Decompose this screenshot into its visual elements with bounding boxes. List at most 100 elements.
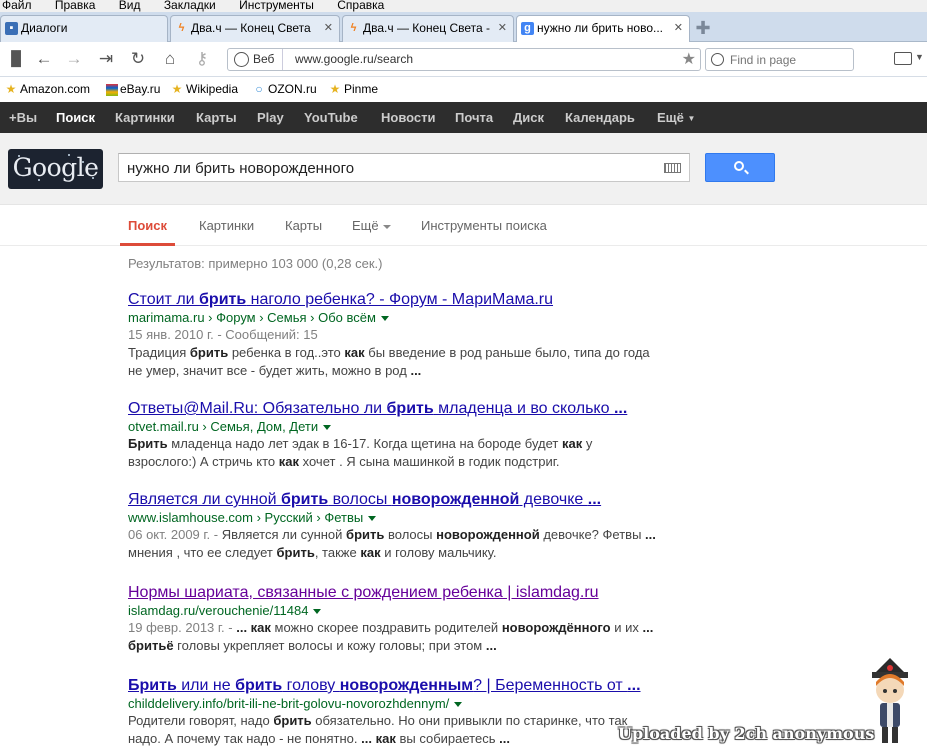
bookmark-amazon[interactable]: ★ Amazon.com xyxy=(4,82,90,96)
address-url[interactable]: www.google.ru/search xyxy=(295,49,413,70)
tab-search[interactable]: Поиск xyxy=(120,206,176,246)
search-result: Ответы@Mail.Ru: Обязательно ли брить мла… xyxy=(128,399,658,471)
result-title-link[interactable]: Является ли сунной брить волосы новорожд… xyxy=(128,490,658,509)
chevron-down-icon: ▼ xyxy=(687,114,696,124)
globe-icon xyxy=(234,52,249,67)
address-bar[interactable]: Веб www.google.ru/search ★ xyxy=(227,48,701,71)
bookmark-label: OZON.ru xyxy=(268,82,317,96)
tab-more-label: Ещё xyxy=(352,218,379,233)
tab-dvach-2[interactable]: ϟ Два.ч — Конец Света - ✕ xyxy=(342,15,514,42)
bookmark-label: eBay.ru xyxy=(120,82,161,96)
close-tab-icon[interactable]: ✕ xyxy=(674,16,683,41)
key-icon[interactable]: ⚷ xyxy=(192,50,212,70)
upload-watermark: Uploaded by 2ch anonymous xyxy=(618,724,875,743)
gbar-images[interactable]: Картинки xyxy=(115,102,175,133)
gbar-news[interactable]: Новости xyxy=(381,102,436,133)
gbar-search[interactable]: Поиск xyxy=(56,102,95,133)
close-tab-icon[interactable]: ✕ xyxy=(324,16,333,41)
dropdown-arrow-icon[interactable] xyxy=(454,702,463,708)
home-icon[interactable]: ⌂ xyxy=(160,50,180,70)
menu-bar: Файл Правка Вид Закладки Инструменты Спр… xyxy=(0,0,927,12)
gbar-play[interactable]: Play xyxy=(257,102,284,133)
result-title-link[interactable]: Нормы шариата, связанные с рождением реб… xyxy=(128,583,658,602)
ozon-icon: ○ xyxy=(255,82,263,96)
tab-more[interactable]: Ещё xyxy=(352,206,391,246)
tab-dialogs[interactable]: ▪ Диалоги xyxy=(0,15,168,42)
result-title-link[interactable]: Ответы@Mail.Ru: Обязательно ли брить мла… xyxy=(128,399,658,418)
google-logo[interactable]: Google xyxy=(8,149,103,189)
search-icon xyxy=(734,161,744,171)
forward-icon[interactable]: → xyxy=(64,50,84,70)
menu-view[interactable]: Вид xyxy=(117,0,141,11)
star-icon: ★ xyxy=(5,82,17,96)
result-snippet: 06 окт. 2009 г. - Является ли сунной бри… xyxy=(128,527,656,560)
gbar-more[interactable]: Ещё ▼ xyxy=(657,102,695,134)
close-tab-icon[interactable]: ✕ xyxy=(498,16,507,41)
bookmark-ozon[interactable]: ○ OZON.ru xyxy=(252,82,317,96)
navigation-bar: ▐▌ ← → ⇥ ↻ ⌂ ⚷ Веб www.google.ru/search … xyxy=(0,42,927,77)
ebay-icon xyxy=(106,83,118,96)
dropdown-arrow-icon[interactable] xyxy=(323,425,332,431)
tab-title: нужно ли брить ново... xyxy=(537,21,664,35)
bookmark-label: Wikipedia xyxy=(186,82,239,96)
gbar-drive[interactable]: Диск xyxy=(513,102,544,133)
menu-file[interactable]: Файл xyxy=(0,0,32,11)
search-result: Является ли сунной брить волосы новорожд… xyxy=(128,490,658,562)
bookmark-pinme[interactable]: ★ Pinme xyxy=(328,82,378,96)
mascot-icon xyxy=(872,658,908,743)
result-url: otvet.mail.ru › Семья, Дом, Дети xyxy=(128,418,658,435)
menu-tools[interactable]: Инструменты xyxy=(237,0,314,11)
chevron-down-icon[interactable]: ▼ xyxy=(915,52,924,62)
dropdown-arrow-icon[interactable] xyxy=(380,316,389,322)
search-result: Стоит ли брить наголо ребенка? - Форум -… xyxy=(128,290,658,380)
find-in-page-input[interactable] xyxy=(730,51,848,68)
search-result: Брить или не брить голову новорожденным?… xyxy=(128,676,658,748)
gbar-mail[interactable]: Почта xyxy=(455,102,493,133)
keyboard-icon[interactable] xyxy=(664,163,681,173)
menu-edit[interactable]: Правка xyxy=(53,0,96,11)
back-icon[interactable]: ← xyxy=(34,50,54,70)
menu-help[interactable]: Справка xyxy=(335,0,384,11)
tab-images[interactable]: Картинки xyxy=(199,206,254,246)
tab-search-tools[interactable]: Инструменты поиска xyxy=(421,206,547,246)
search-input[interactable] xyxy=(127,158,647,178)
tab-title: Два.ч — Конец Света - xyxy=(363,21,491,35)
result-title-link[interactable]: Брить или не брить голову новорожденным?… xyxy=(128,676,658,695)
protocol-label[interactable]: Веб xyxy=(253,49,284,70)
google-top-bar: +Вы Поиск Картинки Карты Play YouTube Но… xyxy=(0,102,927,133)
search-header: Google xyxy=(0,133,927,205)
gbar-maps[interactable]: Карты xyxy=(196,102,237,133)
tab-dvach-1[interactable]: ϟ Два.ч — Конец Света ✕ xyxy=(170,15,340,42)
dropdown-arrow-icon[interactable] xyxy=(313,609,322,615)
fast-forward-icon[interactable]: ⇥ xyxy=(96,50,116,70)
star-icon: ★ xyxy=(329,82,341,96)
bookmark-label: Amazon.com xyxy=(20,82,91,96)
result-snippet: 19 февр. 2013 г. - ... как можно скорее … xyxy=(128,620,654,653)
bookmark-wikipedia[interactable]: ★ Wikipedia xyxy=(170,82,238,96)
lightning-icon: ϟ xyxy=(350,22,357,34)
image-icon[interactable] xyxy=(894,52,912,65)
gbar-plus-you[interactable]: +Вы xyxy=(9,102,37,133)
new-tab-icon[interactable]: ✚ xyxy=(694,19,712,38)
menu-bookmarks[interactable]: Закладки xyxy=(162,0,216,11)
search-box[interactable] xyxy=(118,153,690,182)
sidebar-toggle-icon[interactable]: ▐▌ xyxy=(6,49,26,69)
bookmark-ebay[interactable]: eBay.ru xyxy=(106,82,160,96)
google-icon: g xyxy=(521,22,534,35)
lightning-icon: ϟ xyxy=(178,22,185,34)
result-snippet: Брить младенца надо лет эдак в 16-17. Ко… xyxy=(128,436,593,469)
bookmark-star-icon[interactable]: ★ xyxy=(682,49,696,70)
search-result: Нормы шариата, связанные с рождением реб… xyxy=(128,583,658,655)
gbar-youtube[interactable]: YouTube xyxy=(304,102,358,133)
result-title-link[interactable]: Стоит ли брить наголо ребенка? - Форум -… xyxy=(128,290,658,309)
tab-title: Диалоги xyxy=(21,21,68,35)
tab-maps[interactable]: Карты xyxy=(285,206,322,246)
dropdown-arrow-icon[interactable] xyxy=(368,516,377,522)
search-button[interactable] xyxy=(705,153,775,182)
find-in-page-box[interactable] xyxy=(705,48,854,71)
tab-strip: ▪ Диалоги ϟ Два.ч — Конец Света ✕ ϟ Два.… xyxy=(0,12,927,43)
tab-google-search[interactable]: g нужно ли брить ново... ✕ xyxy=(516,15,690,43)
reload-icon[interactable]: ↻ xyxy=(128,50,148,70)
gbar-calendar[interactable]: Календарь xyxy=(565,102,635,133)
result-stats: Результатов: примерно 103 000 (0,28 сек.… xyxy=(128,256,383,271)
